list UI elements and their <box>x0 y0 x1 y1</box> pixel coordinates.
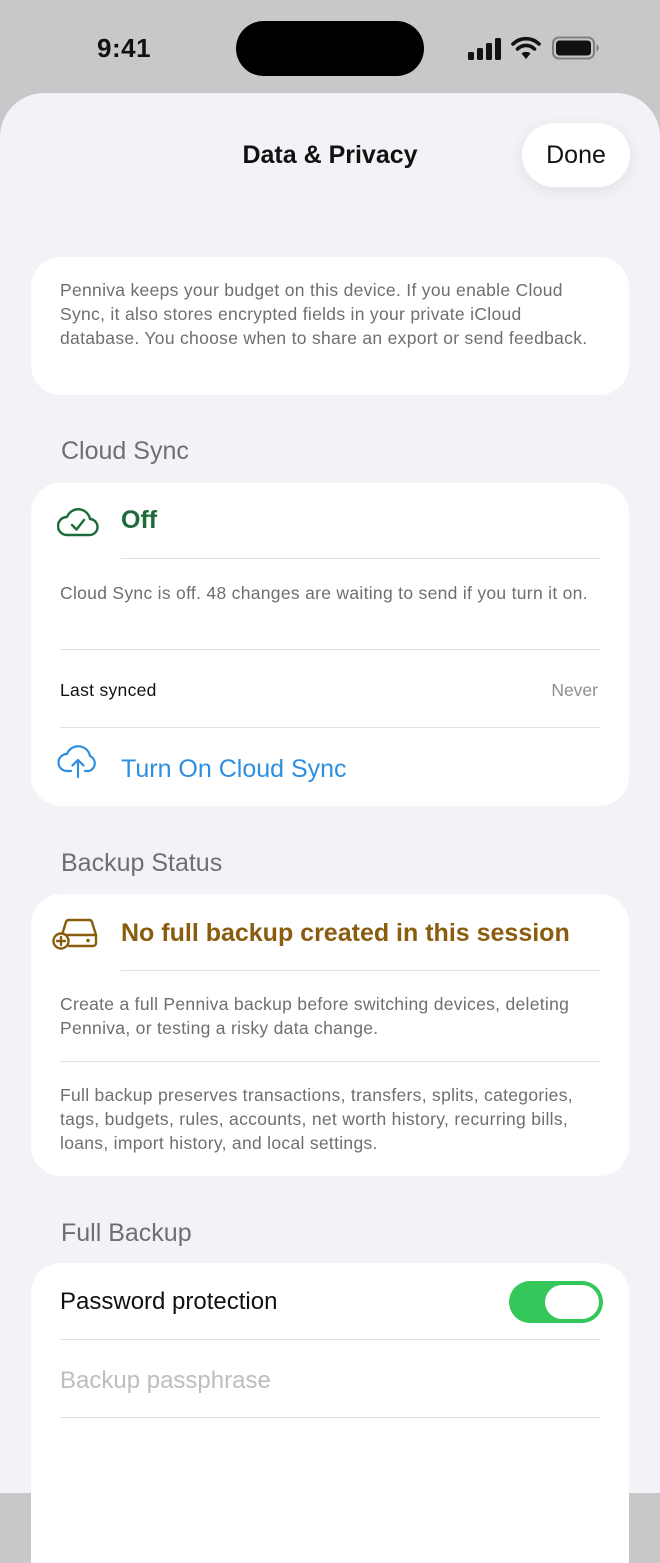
cloud-sync-header: Cloud Sync <box>61 437 189 465</box>
toggle-knob <box>545 1285 599 1319</box>
done-button[interactable]: Done <box>522 123 630 187</box>
last-synced-value: Never <box>551 680 598 700</box>
backup-passphrase-input[interactable] <box>60 1359 600 1403</box>
cloud-check-icon <box>57 508 99 537</box>
intro-card: Penniva keeps your budget on this device… <box>31 257 629 395</box>
backup-status-card: No full backup created in this session C… <box>31 894 629 1176</box>
backup-detail: Full backup preserves transactions, tran… <box>60 1085 573 1153</box>
full-backup-card: Password protection <box>31 1263 629 1563</box>
cellular-signal-icon <box>468 38 501 60</box>
divider <box>60 649 600 650</box>
cloud-upload-icon[interactable] <box>57 744 99 778</box>
full-backup-header: Full Backup <box>61 1219 192 1247</box>
divider <box>60 727 600 728</box>
sync-description: Cloud Sync is off. 48 changes are waitin… <box>60 583 588 603</box>
divider <box>121 558 600 559</box>
password-protection-toggle[interactable] <box>509 1281 603 1323</box>
turn-on-cloud-sync-button[interactable]: Turn On Cloud Sync <box>121 755 347 784</box>
cloud-sync-card: Off Cloud Sync is off. 48 changes are wa… <box>31 483 629 806</box>
intro-text: Penniva keeps your budget on this device… <box>60 280 588 348</box>
settings-sheet: Data & Privacy Done Penniva keeps your b… <box>0 93 660 1563</box>
battery-icon <box>552 36 599 60</box>
status-time: 9:41 <box>97 33 152 63</box>
dynamic-island <box>236 21 424 76</box>
backup-status-header: Backup Status <box>61 849 223 877</box>
status-bar: 9:41 <box>0 0 660 96</box>
divider <box>60 1061 600 1062</box>
divider <box>121 970 600 971</box>
wifi-icon <box>511 36 541 59</box>
backup-description: Create a full Penniva backup before swit… <box>60 994 570 1038</box>
divider <box>60 1417 600 1418</box>
password-protection-label: Password protection <box>60 1288 278 1315</box>
sync-status-text: Off <box>121 506 158 534</box>
drive-add-icon <box>52 918 98 950</box>
divider <box>60 1339 600 1340</box>
last-synced-label: Last synced <box>60 680 157 700</box>
backup-warning-text: No full backup created in this session <box>121 919 570 947</box>
